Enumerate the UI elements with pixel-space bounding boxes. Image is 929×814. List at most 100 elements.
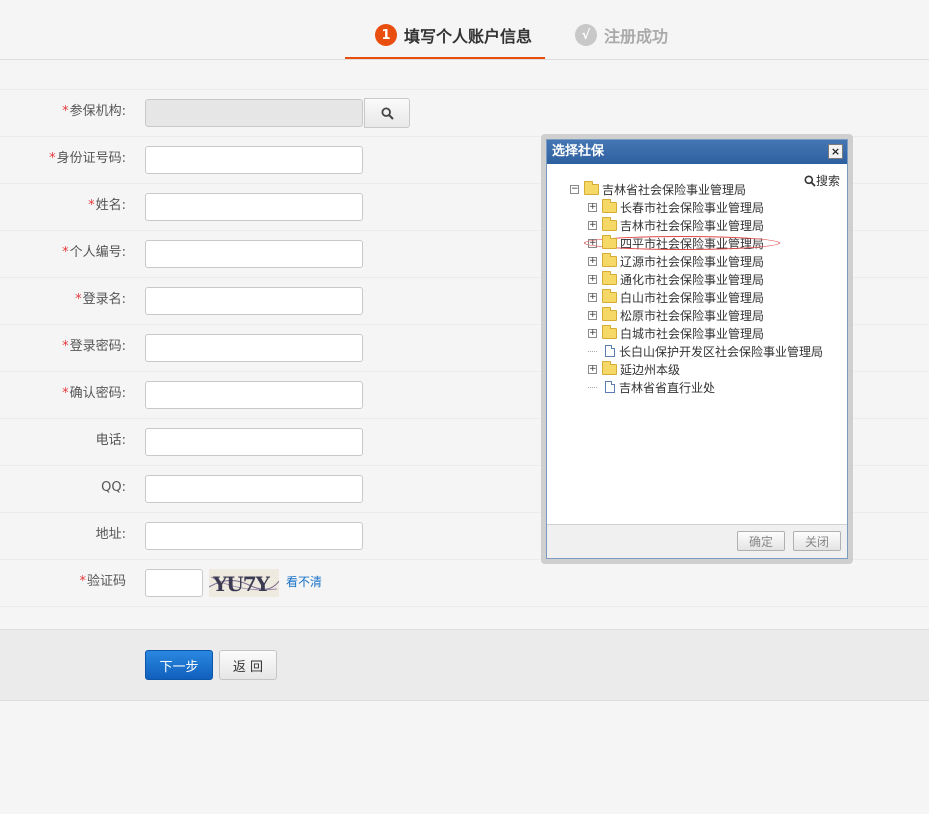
required-mark: * xyxy=(62,386,69,401)
name-input[interactable] xyxy=(145,193,363,221)
folder-icon xyxy=(602,324,617,339)
folder-open-icon xyxy=(584,180,599,195)
tree-node-label: 白城市社会保险事业管理局 xyxy=(620,326,765,341)
institution-label: 参保机构: xyxy=(69,104,126,119)
folder-icon xyxy=(602,234,617,249)
file-icon xyxy=(605,381,615,393)
expand-icon[interactable]: + xyxy=(588,292,597,302)
required-mark: * xyxy=(88,198,95,213)
address-label: 地址: xyxy=(95,527,126,542)
tree-node[interactable]: 吉林省省直行业处 xyxy=(570,378,823,396)
login-name-label: 登录名: xyxy=(82,292,126,307)
action-bar: 下一步 返 回 xyxy=(0,629,929,701)
dialog-titlebar[interactable]: 选择社保 × xyxy=(547,140,847,164)
step-1-number: 1 xyxy=(375,24,397,46)
captcha-refresh-link[interactable]: 看不清 xyxy=(286,560,322,604)
id-number-input[interactable] xyxy=(145,146,363,174)
confirm-password-input[interactable] xyxy=(145,381,363,409)
form-row-institution: *参保机构: xyxy=(0,89,929,136)
folder-icon xyxy=(602,306,617,321)
expand-icon[interactable]: + xyxy=(588,220,597,230)
tree-node-label: 长白山保护开发区社会保险事业管理局 xyxy=(619,344,824,359)
step-2: √ 注册成功 xyxy=(575,22,668,48)
expand-icon[interactable]: + xyxy=(588,256,597,266)
id-number-label: 身份证号码: xyxy=(56,151,126,166)
tree-node-highlighted[interactable]: + 四平市社会保险事业管理局 xyxy=(570,234,823,252)
folder-icon xyxy=(602,270,617,285)
search-icon xyxy=(380,106,394,120)
tree-root[interactable]: − 吉林省社会保险事业管理局 xyxy=(570,180,823,198)
institution-tree: − 吉林省社会保险事业管理局 + 长春市社会保险事业管理局 + 吉林市社会保险事… xyxy=(570,180,823,396)
tree-node-label: 白山市社会保险事业管理局 xyxy=(620,290,765,305)
dialog-body: 搜索 − 吉林省社会保险事业管理局 + 长春市社会保险事业管理局 + 吉林市社会… xyxy=(547,164,847,522)
step-1-label: 填写个人账户信息 xyxy=(404,27,533,46)
dialog-ok-button[interactable]: 确定 xyxy=(737,531,785,551)
step-1: 1 填写个人账户信息 xyxy=(375,22,532,48)
qq-label: QQ: xyxy=(101,480,126,495)
back-button[interactable]: 返 回 xyxy=(219,650,277,680)
qq-input[interactable] xyxy=(145,475,363,503)
dialog-close-button[interactable]: 关闭 xyxy=(793,531,841,551)
folder-icon xyxy=(602,252,617,267)
phone-input[interactable] xyxy=(145,428,363,456)
confirm-password-label: 确认密码: xyxy=(69,386,126,401)
required-mark: * xyxy=(62,245,69,260)
tree-node[interactable]: + 白城市社会保险事业管理局 xyxy=(570,324,823,342)
step-2-label: 注册成功 xyxy=(604,27,669,46)
tree-node-label: 通化市社会保险事业管理局 xyxy=(620,272,765,287)
required-mark: * xyxy=(62,104,69,119)
password-input[interactable] xyxy=(145,334,363,362)
required-mark: * xyxy=(62,339,69,354)
tree-node[interactable]: + 延边州本级 xyxy=(570,360,823,378)
required-mark: * xyxy=(75,292,82,307)
required-mark: * xyxy=(49,151,56,166)
step-2-check-icon: √ xyxy=(575,24,597,46)
next-step-button[interactable]: 下一步 xyxy=(145,650,213,680)
folder-icon xyxy=(602,198,617,213)
tree-node-label: 长春市社会保险事业管理局 xyxy=(620,200,765,215)
dialog-footer: 确定 关闭 xyxy=(547,524,847,558)
tree-node[interactable]: + 辽源市社会保险事业管理局 xyxy=(570,252,823,270)
tree-node[interactable]: + 通化市社会保险事业管理局 xyxy=(570,270,823,288)
collapse-icon[interactable]: − xyxy=(570,184,579,194)
tree-node-label: 松原市社会保险事业管理局 xyxy=(620,308,765,323)
tree-node[interactable]: + 松原市社会保险事业管理局 xyxy=(570,306,823,324)
name-label: 姓名: xyxy=(95,198,126,213)
tree-node[interactable]: + 白山市社会保险事业管理局 xyxy=(570,288,823,306)
tree-node-label: 吉林市社会保险事业管理局 xyxy=(620,218,765,233)
personal-number-label: 个人编号: xyxy=(69,245,126,260)
expand-icon[interactable]: + xyxy=(588,310,597,320)
required-mark: * xyxy=(79,574,86,589)
form-row-captcha: *验证码 YU7Y 看不清 xyxy=(0,559,929,607)
tree-node-label: 吉林省省直行业处 xyxy=(619,380,716,395)
password-label: 登录密码: xyxy=(69,339,126,354)
captcha-image[interactable]: YU7Y xyxy=(209,569,279,597)
address-input[interactable] xyxy=(145,522,363,550)
folder-icon xyxy=(602,288,617,303)
expand-icon[interactable]: + xyxy=(588,274,597,284)
tree-node[interactable]: + 吉林市社会保险事业管理局 xyxy=(570,216,823,234)
expand-icon[interactable]: + xyxy=(588,328,597,338)
folder-icon xyxy=(602,360,617,375)
tree-node-label: 吉林省社会保险事业管理局 xyxy=(602,182,747,197)
captcha-graphic: YU7Y xyxy=(209,572,279,596)
select-social-security-dialog: 选择社保 × 搜索 − 吉林省社会保险事业管理局 + 长春市社会保险事业管理局 xyxy=(541,134,853,564)
active-step-underline xyxy=(345,57,545,59)
close-icon[interactable]: × xyxy=(828,144,843,159)
expand-icon[interactable]: + xyxy=(588,364,597,374)
tree-node-label: 辽源市社会保险事业管理局 xyxy=(620,254,765,269)
phone-label: 电话: xyxy=(95,433,126,448)
steps-header: 1 填写个人账户信息 √ 注册成功 xyxy=(0,0,929,60)
folder-icon xyxy=(602,216,617,231)
personal-number-input[interactable] xyxy=(145,240,363,268)
dialog-title: 选择社保 xyxy=(552,144,605,159)
expand-icon[interactable]: + xyxy=(588,202,597,212)
tree-node[interactable]: + 长春市社会保险事业管理局 xyxy=(570,198,823,216)
captcha-input[interactable] xyxy=(145,569,203,597)
captcha-text: YU7Y xyxy=(212,572,271,596)
captcha-label: 验证码 xyxy=(86,574,126,589)
tree-node[interactable]: 长白山保护开发区社会保险事业管理局 xyxy=(570,342,823,360)
login-name-input[interactable] xyxy=(145,287,363,315)
institution-search-button[interactable] xyxy=(364,98,410,128)
institution-input[interactable] xyxy=(145,99,363,127)
